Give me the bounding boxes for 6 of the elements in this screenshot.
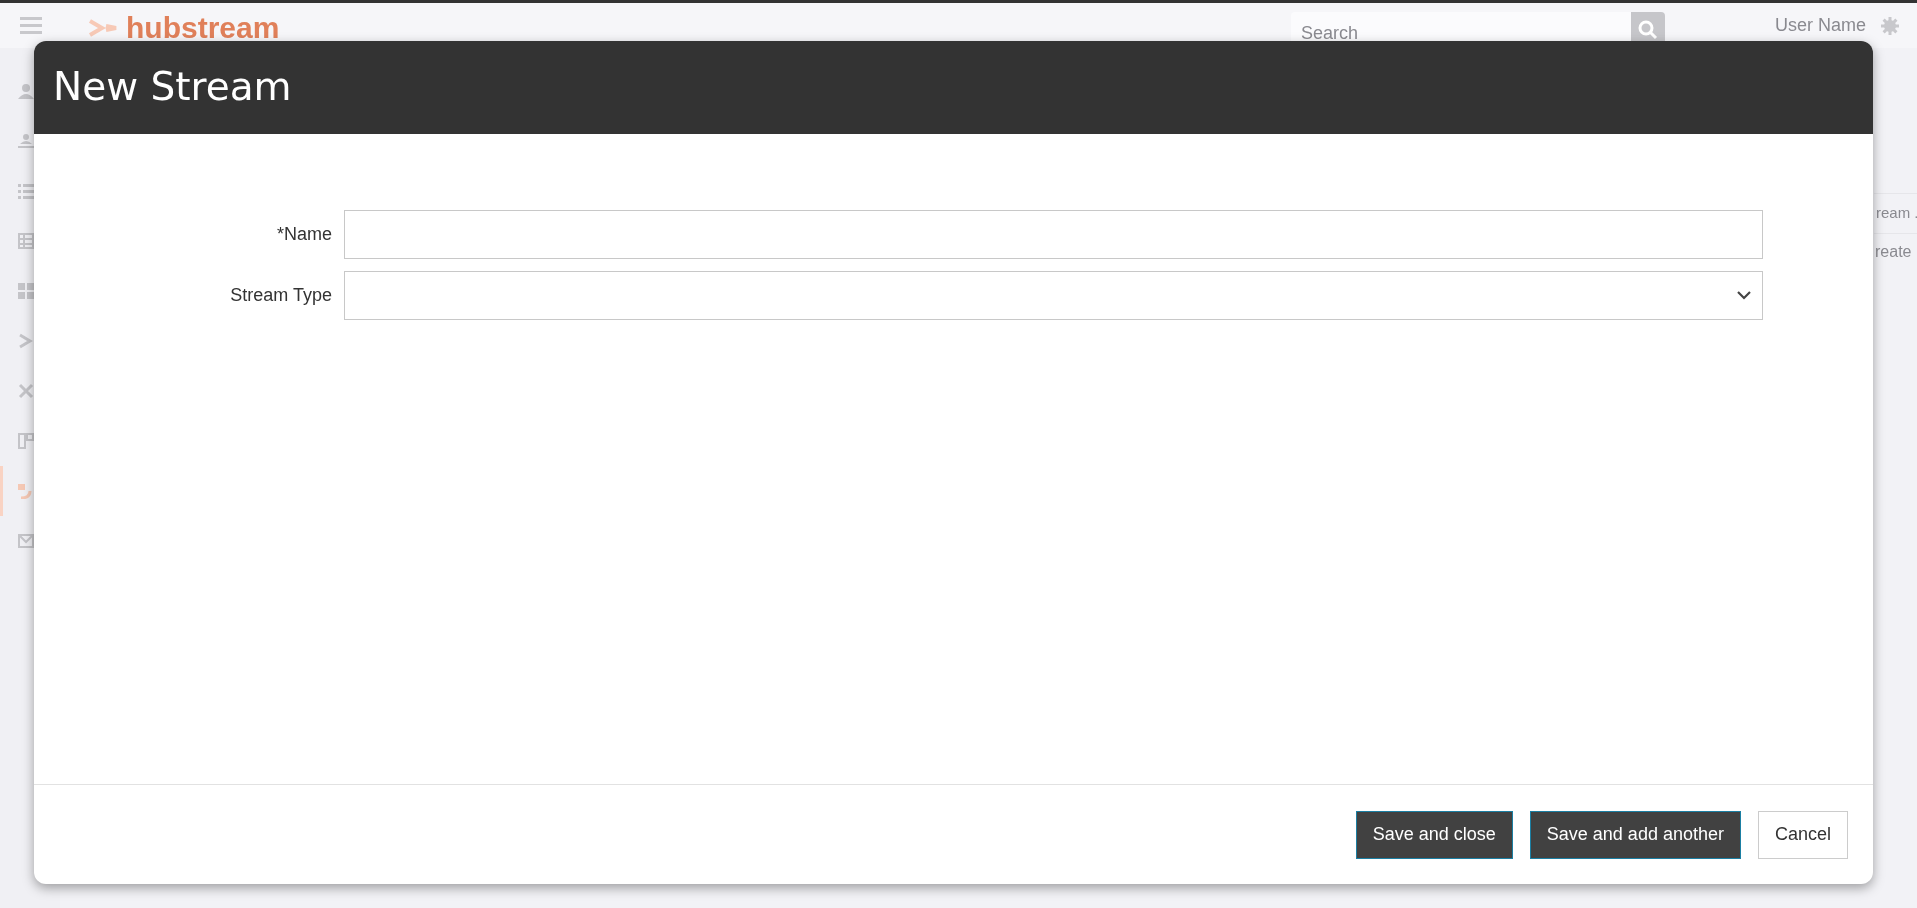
field-label: *Name bbox=[275, 223, 332, 246]
field-label: Stream Type bbox=[229, 284, 332, 307]
table-cell-text: reate bbox=[1874, 241, 1913, 262]
logo-text: hubstream bbox=[126, 12, 280, 43]
modal-title: New Stream bbox=[53, 64, 292, 111]
column-header: ream . bbox=[1874, 193, 1917, 234]
